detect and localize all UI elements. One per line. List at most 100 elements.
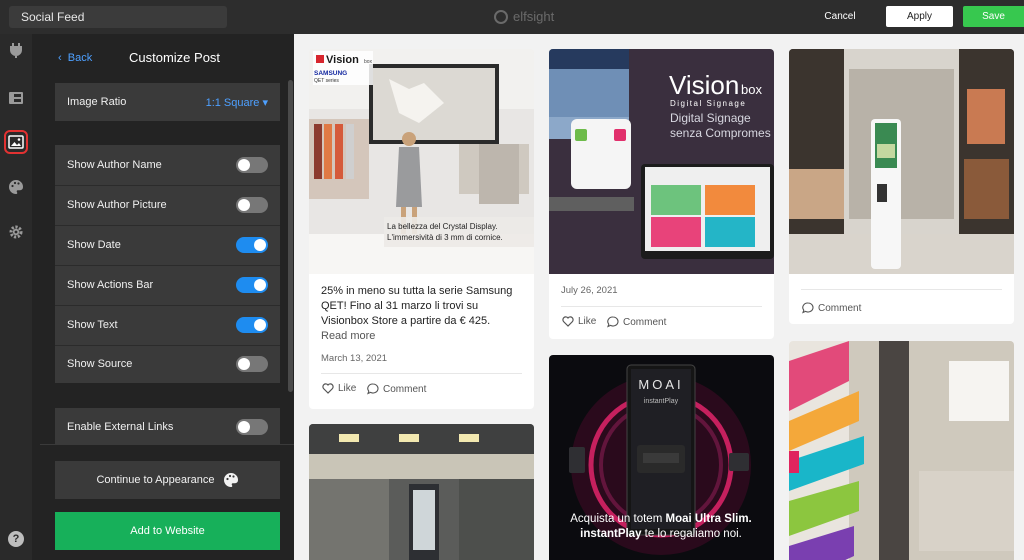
series-text: QET series bbox=[314, 78, 339, 84]
post-card[interactable]: Vision box SAMSUNG QET series La bellezz… bbox=[309, 49, 534, 409]
post-date: March 13, 2021 bbox=[321, 353, 388, 364]
post-divider bbox=[321, 373, 522, 374]
row-divider bbox=[55, 265, 280, 266]
comment-label: Comment bbox=[383, 383, 427, 395]
chevron-left-icon: ‹ bbox=[58, 52, 62, 64]
post-text-line: QET! Fino al 31 marzo li trovi su bbox=[321, 300, 479, 312]
rail-item-settings[interactable] bbox=[4, 220, 28, 244]
post-image[interactable]: Vision box Digital Signage Digital Signa… bbox=[549, 49, 774, 274]
rail-item-source[interactable] bbox=[4, 38, 28, 62]
comment-button[interactable]: Comment bbox=[607, 316, 666, 328]
post-card[interactable] bbox=[309, 424, 534, 560]
post-image[interactable]: Vision box SAMSUNG QET series La bellezz… bbox=[309, 49, 534, 274]
add-to-website-button[interactable]: Add to Website bbox=[55, 512, 280, 550]
help-icon[interactable]: ? bbox=[8, 531, 24, 547]
tagline-large: senza Compromes bbox=[670, 126, 771, 140]
gear-icon bbox=[9, 225, 23, 239]
external-links-card: Enable External Links bbox=[55, 408, 280, 444]
read-more-link[interactable]: Read more bbox=[321, 330, 375, 342]
post-image[interactable] bbox=[789, 49, 1014, 274]
cancel-button[interactable]: Cancel bbox=[812, 8, 868, 26]
like-label: Like bbox=[578, 316, 597, 327]
post-date: July 26, 2021 bbox=[561, 285, 618, 296]
panel-title: Customize Post bbox=[129, 50, 221, 65]
post-image[interactable]: MOAI instantPlay Acquista un totem Moai … bbox=[549, 355, 774, 560]
back-label: Back bbox=[67, 52, 93, 64]
samsung-logo-text: SAMSUNG bbox=[314, 70, 347, 77]
image-ratio-value[interactable]: 1:1 Square ▾ bbox=[206, 96, 268, 109]
external-links-toggle[interactable] bbox=[236, 419, 268, 435]
comment-label: Comment bbox=[818, 302, 862, 314]
comment-icon bbox=[802, 302, 814, 314]
toggle-knob bbox=[238, 358, 250, 370]
continue-to-appearance-button[interactable]: Continue to Appearance bbox=[55, 461, 280, 499]
toggle-knob bbox=[254, 239, 266, 251]
toggle-label: Enable External Links bbox=[67, 421, 174, 433]
rail-item-posts[interactable] bbox=[4, 130, 28, 154]
post-text-line: 25% in meno su tutta la serie Samsung bbox=[321, 285, 513, 297]
image-ratio-label: Image Ratio bbox=[67, 96, 127, 108]
source-toggle[interactable] bbox=[236, 356, 268, 372]
save-button[interactable]: Save bbox=[963, 6, 1024, 27]
toggle-knob bbox=[238, 159, 250, 171]
date-toggle[interactable] bbox=[236, 237, 268, 253]
post-card[interactable] bbox=[789, 341, 1014, 560]
brand-logo: elfsight bbox=[494, 9, 554, 24]
post-image[interactable] bbox=[309, 424, 534, 560]
continue-label: Continue to Appearance bbox=[96, 474, 215, 486]
comment-button[interactable]: Comment bbox=[802, 302, 861, 314]
elfsight-logo-icon bbox=[494, 9, 508, 24]
vision-logo-text: Vision bbox=[669, 70, 739, 100]
toggle-row-date: Show Date bbox=[55, 225, 280, 265]
image-icon bbox=[8, 135, 24, 149]
toggle-row-author-picture: Show Author Picture bbox=[55, 185, 280, 225]
top-bar: Social Feed elfsight Cancel Apply Save bbox=[0, 0, 1024, 34]
post-image[interactable] bbox=[789, 341, 1014, 560]
brand-name: elfsight bbox=[513, 9, 555, 24]
text-toggle[interactable] bbox=[236, 317, 268, 333]
feed-preview: Vision box SAMSUNG QET series La bellezz… bbox=[294, 34, 1024, 560]
panel-scrollbar[interactable] bbox=[288, 80, 293, 392]
tagline-large: Digital Signage bbox=[670, 111, 751, 125]
row-divider bbox=[55, 225, 280, 226]
panel-header: ‹ Back Customize Post bbox=[40, 44, 294, 74]
image-ratio-selected: 1:1 Square bbox=[205, 97, 260, 109]
toggle-knob bbox=[254, 279, 266, 291]
back-button[interactable]: ‹ Back bbox=[58, 52, 92, 64]
toggle-label: Show Text bbox=[67, 319, 118, 331]
rail-item-appearance[interactable] bbox=[4, 175, 28, 199]
toggle-knob bbox=[238, 421, 250, 433]
like-button[interactable]: Like bbox=[322, 383, 356, 394]
toggle-row-text: Show Text bbox=[55, 305, 280, 345]
like-button[interactable]: Like bbox=[562, 316, 596, 327]
vision-logo-text: Vision bbox=[326, 54, 359, 66]
heart-icon bbox=[562, 316, 574, 327]
author-picture-toggle[interactable] bbox=[236, 197, 268, 213]
post-divider bbox=[801, 289, 1002, 290]
toggle-label: Show Source bbox=[67, 358, 133, 370]
post-card[interactable]: MOAI instantPlay Acquista un totem Moai … bbox=[549, 355, 774, 560]
actions-bar-toggle[interactable] bbox=[236, 277, 268, 293]
heart-icon bbox=[322, 383, 334, 394]
toggle-knob bbox=[238, 199, 250, 211]
like-label: Like bbox=[338, 383, 357, 394]
toggle-label: Show Actions Bar bbox=[67, 279, 154, 291]
toggle-label: Show Date bbox=[67, 239, 121, 251]
row-divider bbox=[55, 305, 280, 306]
post-card[interactable]: Comment bbox=[789, 49, 1014, 324]
row-divider bbox=[55, 345, 280, 346]
comment-label: Comment bbox=[623, 316, 667, 328]
vision-logo-sub: box bbox=[364, 59, 373, 65]
rail-item-layout[interactable] bbox=[4, 86, 28, 110]
image-caption: L'immersività di 3 mm di cornice. bbox=[387, 233, 503, 242]
comment-button[interactable]: Comment bbox=[367, 383, 426, 395]
post-card[interactable]: Vision box Digital Signage Digital Signa… bbox=[549, 49, 774, 339]
image-ratio-select[interactable]: Image Ratio 1:1 Square ▾ bbox=[55, 83, 280, 121]
apply-button[interactable]: Apply bbox=[886, 6, 953, 27]
author-name-toggle[interactable] bbox=[236, 157, 268, 173]
image-caption: La bellezza del Crystal Display. bbox=[387, 222, 498, 231]
widget-name-input[interactable]: Social Feed bbox=[9, 6, 227, 28]
palette-icon bbox=[223, 473, 238, 487]
post-text-line: Visionbox Store a partire da € 425. bbox=[321, 315, 491, 327]
toggle-row-source: Show Source bbox=[55, 345, 280, 383]
